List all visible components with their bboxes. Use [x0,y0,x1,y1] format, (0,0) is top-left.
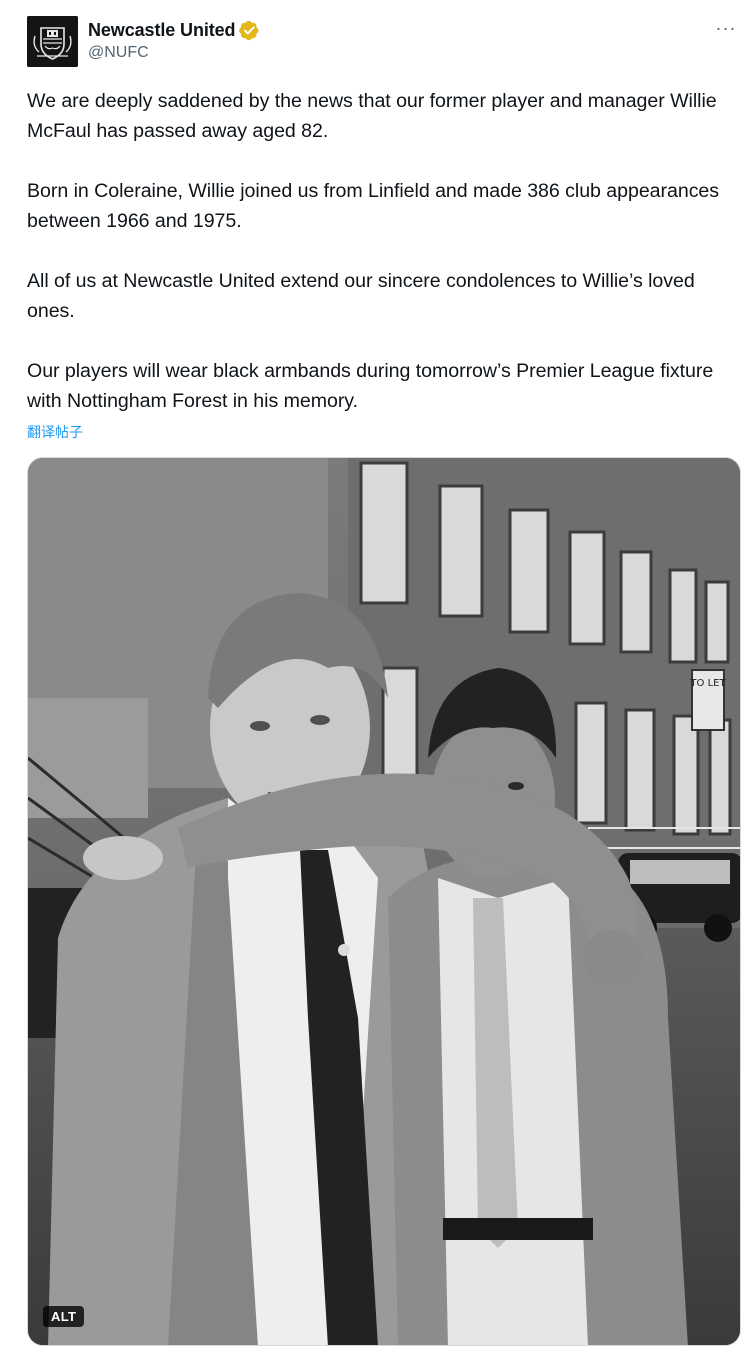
verified-badge-icon[interactable] [239,20,260,41]
tweet-paragraph: Our players will wear black armbands dur… [27,360,714,412]
tweet-photo[interactable]: TO LET ALT [27,457,741,1346]
tweet-paragraph: Born in Coleraine, Willie joined us from… [27,180,720,232]
tweet-card: Newcastle United @NUFC ··· We are deeply… [0,0,750,1348]
sign-text: TO LET [689,678,726,689]
tweet-header: Newcastle United @NUFC ··· [27,16,738,72]
name-row: Newcastle United [88,18,260,42]
tweet-paragraph: All of us at Newcastle United extend our… [27,270,695,322]
author-handle[interactable]: @NUFC [88,44,149,62]
alt-text-badge[interactable]: ALT [43,1306,85,1327]
tweet-paragraph: We are deeply saddened by the news that … [27,90,717,142]
tweet-text: We are deeply saddened by the news that … [27,86,742,416]
avatar[interactable] [27,16,78,67]
more-options-icon[interactable]: ··· [714,18,738,38]
photo-illustration: TO LET [28,458,740,1345]
display-name[interactable]: Newcastle United [88,20,236,41]
translate-post-link[interactable]: 翻译帖子 [27,422,83,442]
club-crest-icon [27,16,78,67]
